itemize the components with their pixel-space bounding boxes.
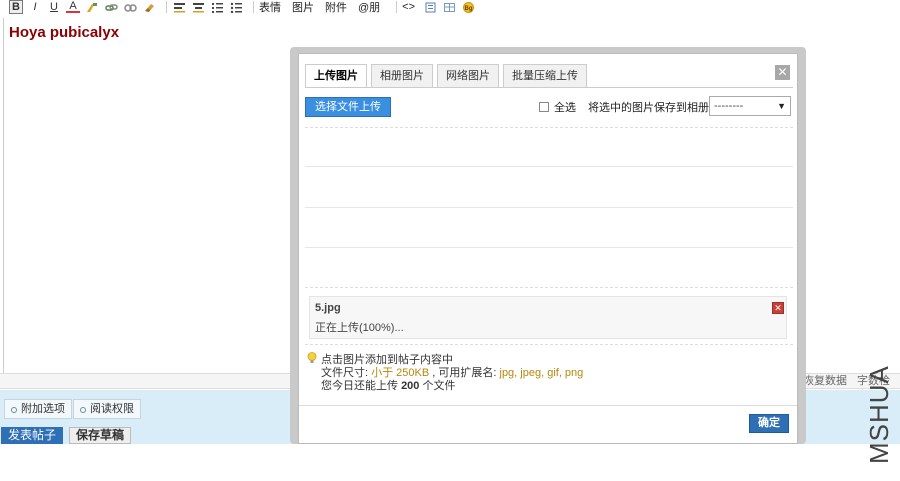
tab-batch-upload[interactable]: 批量压缩上传 [503, 64, 587, 87]
tab-upload-image[interactable]: 上传图片 [305, 64, 367, 88]
quota-suffix: 个文件 [419, 380, 456, 392]
select-all-checkbox[interactable] [539, 102, 549, 112]
divider [305, 207, 793, 208]
upload-file-item: 5.jpg 正在上传(100%)... ✕ [309, 296, 787, 339]
divider [305, 247, 793, 248]
close-icon[interactable]: ✕ [775, 65, 790, 80]
svg-text:Bg: Bg [464, 6, 472, 12]
tip-upload-quota: 您今日还能上传 200 个文件 [321, 377, 455, 393]
editor-toolbar: B I U A 表情 图片 附件 @朋 <> Bg [0, 0, 900, 14]
image-button[interactable]: 图片 [292, 0, 314, 15]
upload-dialog: 上传图片 相册图片 网络图片 批量压缩上传 ✕ 选择文件上传 全选 将选中的图片… [298, 53, 798, 444]
background-icon[interactable]: Bg [461, 0, 475, 14]
album-select[interactable]: -------- ▼ [709, 96, 791, 116]
album-select-value: -------- [714, 100, 744, 112]
align-center-icon[interactable] [191, 0, 205, 14]
select-file-upload-button[interactable]: 选择文件上传 [305, 97, 391, 117]
select-all-control[interactable]: 全选 [539, 99, 576, 115]
eraser-icon[interactable] [142, 0, 156, 14]
file-name: 5.jpg [315, 302, 341, 314]
upload-progress-text: 正在上传(100%)... [315, 322, 404, 334]
dialog-footer-divider [299, 405, 797, 406]
chevron-down-icon: ▼ [777, 101, 786, 111]
submit-post-button[interactable]: 发表帖子 [1, 427, 63, 444]
quota-count: 200 [401, 380, 420, 392]
extra-options-button[interactable]: 附加选项 [4, 399, 72, 419]
underline-button[interactable]: U [47, 0, 61, 14]
allowed-extensions: jpg, jpeg, gif, png [499, 367, 584, 379]
toolbar-divider [253, 1, 254, 13]
align-left-icon[interactable] [172, 0, 186, 14]
read-permission-button[interactable]: 阅读权限 [73, 399, 141, 419]
highlight-icon[interactable] [85, 0, 99, 14]
quote-icon[interactable] [423, 0, 437, 14]
tab-web-image[interactable]: 网络图片 [437, 64, 499, 87]
ordered-list-icon[interactable] [210, 0, 224, 14]
tab-album-image[interactable]: 相册图片 [371, 64, 433, 87]
divider [305, 127, 793, 128]
save-draft-button[interactable]: 保存草稿 [69, 427, 131, 444]
page: B I U A 表情 图片 附件 @朋 <> Bg Hoya pubicalyx… [0, 0, 900, 481]
font-color-button[interactable]: A [66, 0, 80, 13]
delete-file-icon[interactable]: ✕ [772, 302, 784, 314]
save-to-album-label: 将选中的图片保存到相册: [588, 102, 713, 114]
emoticon-button[interactable]: 表情 [259, 0, 281, 15]
code-button[interactable]: <> [402, 1, 415, 13]
tab-divider [305, 87, 793, 88]
link-icon[interactable] [104, 0, 118, 14]
italic-button[interactable]: I [28, 0, 42, 14]
restore-data-link[interactable]: 恢复数据 [803, 374, 847, 389]
unlink-icon[interactable] [123, 0, 137, 14]
mention-button[interactable]: @朋 [358, 0, 380, 15]
quota-prefix: 您今日还能上传 [321, 380, 402, 392]
divider [305, 287, 793, 288]
post-title-text: Hoya pubicalyx [9, 24, 120, 41]
watermark-logo: MSHUA [864, 366, 894, 464]
svg-text:MSHUA: MSHUA [864, 366, 894, 464]
toolbar-divider [166, 1, 167, 13]
confirm-button[interactable]: 确定 [749, 414, 789, 433]
select-all-label: 全选 [554, 102, 576, 114]
attachment-button[interactable]: 附件 [325, 0, 347, 15]
table-icon[interactable] [442, 0, 456, 14]
toolbar-divider [396, 1, 398, 13]
dialog-tabs: 上传图片 相册图片 网络图片 批量压缩上传 [305, 64, 591, 88]
divider [305, 166, 793, 167]
bold-button[interactable]: B [9, 0, 23, 14]
divider [305, 344, 793, 345]
unordered-list-icon[interactable] [229, 0, 243, 14]
lightbulb-icon [307, 352, 317, 363]
